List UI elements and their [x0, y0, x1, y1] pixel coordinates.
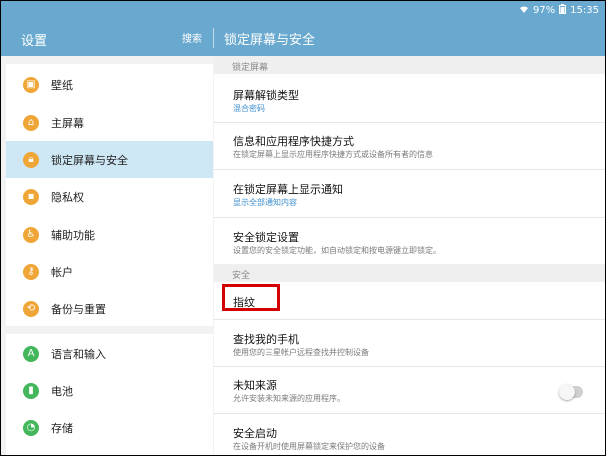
- setting-subtitle: 在锁定屏幕上显示应用程序快捷方式或设备所有者的信息: [233, 150, 433, 159]
- sidebar-item-label: 主屏幕: [51, 116, 84, 130]
- setting-subtitle: 显示全部通知内容: [233, 198, 297, 207]
- sidebar-item-language[interactable]: A 语言和输入: [6, 335, 213, 372]
- sidebar-item-storage[interactable]: ◔ 存储: [6, 409, 213, 446]
- sidebar-item-wallpaper[interactable]: ▣ 壁纸: [6, 66, 213, 103]
- key-icon: ⚷: [23, 263, 39, 280]
- battery-icon: [559, 4, 567, 17]
- settings-window: 97% 15:35 设置 搜索 锁定屏幕与安全 ▣ 壁纸 ⌂ 主屏幕 🔒︎ 锁定…: [0, 0, 606, 456]
- status-right: 97% 15:35: [519, 4, 599, 17]
- app-title: 设置: [21, 34, 48, 49]
- sidebar-item-label: 壁纸: [51, 78, 73, 92]
- section-header-security: 安全: [214, 264, 605, 282]
- sidebar-item-backup[interactable]: ⟲ 备份与重置: [6, 290, 213, 327]
- fingerprint-highlight-box: [222, 284, 280, 311]
- sidebar-group-1: ▣ 壁纸 ⌂ 主屏幕 🔒︎ 锁定屏幕与安全 ▪ 隐私权 ♿︎ 辅助功能 ⚷ 帐户: [6, 64, 213, 326]
- setting-title: 未知来源: [233, 379, 277, 392]
- storage-icon: ◔: [23, 419, 39, 436]
- sidebar: ▣ 壁纸 ⌂ 主屏幕 🔒︎ 锁定屏幕与安全 ▪ 隐私权 ♿︎ 辅助功能 ⚷ 帐户: [1, 56, 213, 455]
- unknown-sources-toggle[interactable]: [559, 384, 583, 400]
- setting-title: 在锁定屏幕上显示通知: [233, 183, 343, 196]
- privacy-icon: ▪: [23, 188, 39, 205]
- setting-row-notifications[interactable]: 在锁定屏幕上显示通知 显示全部通知内容: [214, 170, 605, 218]
- sidebar-item-label: 隐私权: [51, 190, 84, 204]
- sidebar-item-label: 帐户: [51, 265, 73, 279]
- search-button[interactable]: 搜索: [182, 30, 202, 45]
- setting-subtitle: 混合密码: [233, 104, 265, 113]
- sidebar-item-label: 电池: [51, 384, 73, 398]
- setting-title: 安全启动: [233, 427, 277, 440]
- sidebar-item-label: 锁定屏幕与安全: [51, 153, 128, 167]
- setting-title: 屏幕解锁类型: [233, 89, 299, 102]
- sidebar-item-label: 存储: [51, 421, 73, 435]
- main-panel: 锁定屏幕 屏幕解锁类型 混合密码 信息和应用程序快捷方式 在锁定屏幕上显示应用程…: [214, 56, 605, 455]
- wifi-icon: [519, 5, 529, 17]
- battery-percent: 97%: [532, 5, 556, 16]
- setting-subtitle: 使用您的三星帐户远程查找并控制设备: [233, 348, 369, 357]
- sidebar-item-battery[interactable]: ▮ 电池: [6, 372, 213, 409]
- setting-title: 信息和应用程序快捷方式: [233, 135, 354, 148]
- setting-row-secure-startup[interactable]: 安全启动 在设备开机时使用屏幕锁定来保护您的设备: [214, 414, 605, 455]
- status-bar: 97% 15:35: [1, 1, 605, 21]
- language-icon: A: [23, 345, 39, 362]
- section-header-label: 锁定屏幕: [232, 63, 269, 73]
- toggle-knob: [559, 384, 575, 400]
- sidebar-item-accounts[interactable]: ⚷ 帐户: [6, 253, 213, 290]
- sidebar-item-label: 语言和输入: [51, 347, 106, 361]
- setting-subtitle: 设置您的安全锁定功能，如自动锁定和按电源键立即锁定。: [233, 246, 441, 255]
- lock-icon: 🔒︎: [23, 151, 39, 168]
- battery-icon: ▮: [23, 382, 39, 399]
- section-title: 锁定屏幕与安全: [224, 33, 316, 48]
- wallpaper-icon: ▣: [23, 76, 39, 93]
- setting-row-shortcuts[interactable]: 信息和应用程序快捷方式 在锁定屏幕上显示应用程序快捷方式或设备所有者的信息: [214, 123, 605, 170]
- sidebar-item-label: 辅助功能: [51, 228, 95, 242]
- section-header-lock-screen: 锁定屏幕: [214, 56, 605, 74]
- sidebar-item-privacy[interactable]: ▪ 隐私权: [6, 178, 213, 215]
- sidebar-group-2: A 语言和输入 ▮ 电池 ◔ 存储: [6, 334, 213, 455]
- sidebar-item-home[interactable]: ⌂ 主屏幕: [6, 104, 213, 141]
- setting-title: 查找我的手机: [233, 333, 299, 346]
- accessibility-icon: ♿︎: [23, 226, 39, 243]
- setting-row-unknown-sources[interactable]: 未知来源 允许安装未知来源的应用程序。: [214, 367, 605, 414]
- section-header-label: 安全: [232, 271, 251, 281]
- setting-row-unlock-type[interactable]: 屏幕解锁类型 混合密码: [214, 74, 605, 123]
- home-icon: ⌂: [23, 114, 39, 131]
- sidebar-item-label: 备份与重置: [51, 302, 106, 316]
- setting-row-find-my-phone[interactable]: 查找我的手机 使用您的三星帐户远程查找并控制设备: [214, 320, 605, 367]
- setting-subtitle: 允许安装未知来源的应用程序。: [233, 394, 345, 403]
- app-bar: 设置 搜索 锁定屏幕与安全: [1, 21, 605, 56]
- setting-title: 安全锁定设置: [233, 231, 299, 244]
- appbar-divider: [213, 28, 214, 48]
- backup-icon: ⟲: [23, 300, 39, 317]
- sidebar-item-lock-screen[interactable]: 🔒︎ 锁定屏幕与安全: [6, 141, 213, 178]
- sidebar-item-accessibility[interactable]: ♿︎ 辅助功能: [6, 216, 213, 253]
- setting-row-secure-lock[interactable]: 安全锁定设置 设置您的安全锁定功能，如自动锁定和按电源键立即锁定。: [214, 218, 605, 265]
- clock: 15:35: [570, 5, 599, 16]
- setting-subtitle: 在设备开机时使用屏幕锁定来保护您的设备: [233, 442, 385, 451]
